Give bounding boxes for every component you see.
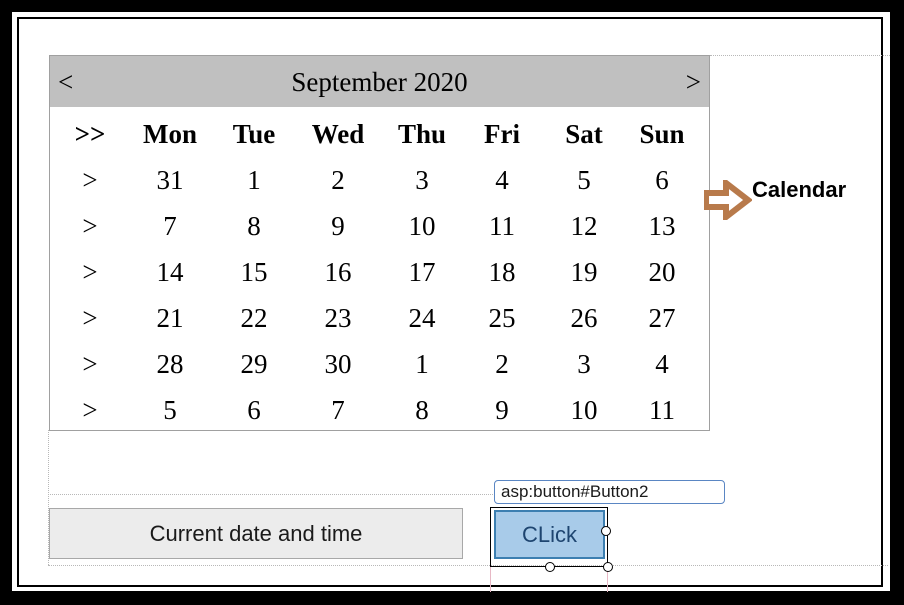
calendar-day[interactable]: 30 — [303, 341, 373, 387]
calendar-day[interactable]: 3 — [549, 341, 619, 387]
designer-tag: asp:button#Button2 — [494, 480, 725, 504]
day-of-week-header: Mon — [143, 119, 197, 149]
calendar-day[interactable]: 22 — [219, 295, 289, 341]
calendar-day[interactable]: 11 — [627, 387, 697, 433]
week-row: >7 8 9 10 11 12 13 — [50, 203, 710, 249]
week-row: >28 29 30 1 2 3 4 — [50, 341, 710, 387]
calendar-title: September 2020 — [291, 67, 468, 97]
calendar-day[interactable]: 12 — [549, 203, 619, 249]
calendar-day[interactable]: 25 — [467, 295, 537, 341]
calendar-day[interactable]: 16 — [303, 249, 373, 295]
resize-handle[interactable] — [603, 562, 613, 572]
calendar-day[interactable]: 23 — [303, 295, 373, 341]
select-month-link[interactable]: >> — [55, 111, 125, 157]
calendar-day[interactable]: 6 — [627, 157, 697, 203]
calendar-day[interactable]: 10 — [549, 387, 619, 433]
dotted-guide — [48, 565, 888, 566]
select-week-link[interactable]: > — [55, 341, 125, 387]
calendar-day[interactable]: 31 — [135, 157, 205, 203]
calendar-day[interactable]: 9 — [467, 387, 537, 433]
calendar-day[interactable]: 15 — [219, 249, 289, 295]
week-row: >31 1 2 3 4 5 6 — [50, 157, 710, 203]
calendar-day[interactable]: 4 — [627, 341, 697, 387]
calendar-header: < September 2020 > — [50, 56, 709, 107]
dotted-guide — [710, 55, 890, 56]
select-week-link[interactable]: > — [55, 157, 125, 203]
resize-handle[interactable] — [545, 562, 555, 572]
calendar-day[interactable]: 1 — [219, 157, 289, 203]
next-month-link[interactable]: > — [686, 67, 701, 98]
calendar-day[interactable]: 4 — [467, 157, 537, 203]
calendar-day[interactable]: 17 — [387, 249, 457, 295]
week-row: >21 22 23 24 25 26 27 — [50, 295, 710, 341]
calendar-day[interactable]: 10 — [387, 203, 457, 249]
calendar-day[interactable]: 5 — [549, 157, 619, 203]
select-week-link[interactable]: > — [55, 387, 125, 433]
calendar-day[interactable]: 11 — [467, 203, 537, 249]
calendar-day[interactable]: 3 — [387, 157, 457, 203]
calendar-day[interactable]: 7 — [135, 203, 205, 249]
day-of-week-header: Wed — [311, 119, 365, 149]
calendar-day[interactable]: 6 — [219, 387, 289, 433]
calendar-day[interactable]: 7 — [303, 387, 373, 433]
select-week-link[interactable]: > — [55, 249, 125, 295]
calendar-day[interactable]: 28 — [135, 341, 205, 387]
current-date-time-button[interactable]: Current date and time — [49, 508, 463, 559]
calendar-day[interactable]: 21 — [135, 295, 205, 341]
day-of-week-header: Tue — [232, 119, 276, 149]
week-row: >5 6 7 8 9 10 11 — [50, 387, 710, 433]
day-of-week-header: Sat — [565, 119, 603, 149]
day-of-week-row: >> Mon Tue Wed Thu Fri Sat Sun — [50, 111, 710, 157]
calendar-day[interactable]: 8 — [387, 387, 457, 433]
calendar-day[interactable]: 1 — [387, 341, 457, 387]
calendar-control: < September 2020 > >> Mon Tue Wed Thu Fri Sat S… — [49, 55, 710, 431]
day-of-week-header: Thu — [397, 119, 447, 149]
calendar-day[interactable]: 20 — [627, 249, 697, 295]
calendar-day[interactable]: 27 — [627, 295, 697, 341]
day-of-week-header: Fri — [484, 119, 520, 149]
calendar-day[interactable]: 9 — [303, 203, 373, 249]
select-week-link[interactable]: > — [55, 295, 125, 341]
calendar-day[interactable]: 18 — [467, 249, 537, 295]
calendar-annotation-label: Calendar — [752, 177, 847, 202]
resize-handle[interactable] — [601, 526, 611, 536]
calendar-day[interactable]: 14 — [135, 249, 205, 295]
week-row: >14 15 16 17 18 19 20 — [50, 249, 710, 295]
calendar-day[interactable]: 8 — [219, 203, 289, 249]
calendar-day[interactable]: 26 — [549, 295, 619, 341]
calendar-day[interactable]: 19 — [549, 249, 619, 295]
day-of-week-header: Sun — [639, 119, 685, 149]
click-button[interactable]: CLick — [494, 510, 605, 559]
calendar-day[interactable]: 13 — [627, 203, 697, 249]
calendar-day[interactable]: 29 — [219, 341, 289, 387]
arrow-right-icon — [704, 180, 752, 220]
calendar-day[interactable]: 2 — [303, 157, 373, 203]
calendar-day[interactable]: 5 — [135, 387, 205, 433]
calendar-day[interactable]: 2 — [467, 341, 537, 387]
dotted-guide — [48, 494, 493, 495]
calendar-day[interactable]: 24 — [387, 295, 457, 341]
select-week-link[interactable]: > — [55, 203, 125, 249]
